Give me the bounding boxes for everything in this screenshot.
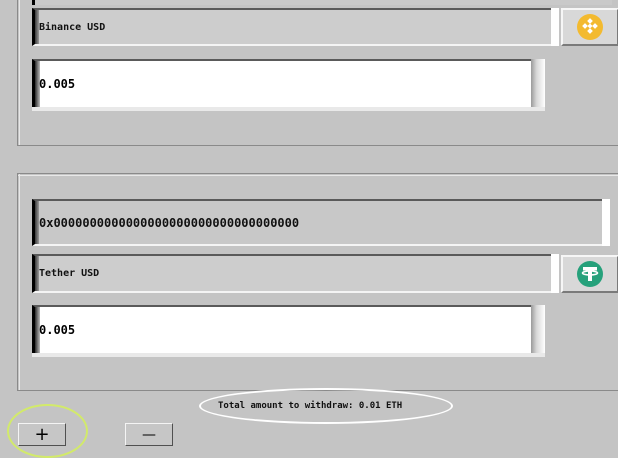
amount-value: 0.005 xyxy=(39,323,76,337)
add-button-highlight-circle xyxy=(7,404,88,458)
address-value: 0x0000000000000000000000000000000000 xyxy=(39,215,300,230)
total-highlight-ellipse xyxy=(199,388,453,424)
input-bevel-bottom xyxy=(32,353,545,357)
tether-usd-icon xyxy=(577,261,603,287)
remove-entry-button[interactable]: — xyxy=(125,423,173,446)
input-bevel xyxy=(531,59,545,107)
binance-usd-icon xyxy=(577,14,603,40)
amount-value: 0.005 xyxy=(39,77,76,91)
token-name-text: Tether USD xyxy=(39,268,100,279)
token-select-button[interactable] xyxy=(561,8,618,46)
token-name-text: Binance USD xyxy=(39,21,106,33)
address-field[interactable]: 0x0000000000000000000000000000000000 xyxy=(32,199,610,246)
input-bevel xyxy=(531,305,545,353)
token-select-button[interactable] xyxy=(561,255,618,293)
top-edge-field xyxy=(32,0,612,5)
amount-input[interactable]: 0.005 xyxy=(32,59,545,111)
input-bevel xyxy=(602,199,610,246)
token-name-field: Binance USD xyxy=(32,8,559,46)
minus-icon: — xyxy=(142,426,156,443)
input-bevel-bottom xyxy=(32,107,545,111)
token-name-field: Tether USD xyxy=(32,254,559,293)
amount-input[interactable]: 0.005 xyxy=(32,305,545,357)
